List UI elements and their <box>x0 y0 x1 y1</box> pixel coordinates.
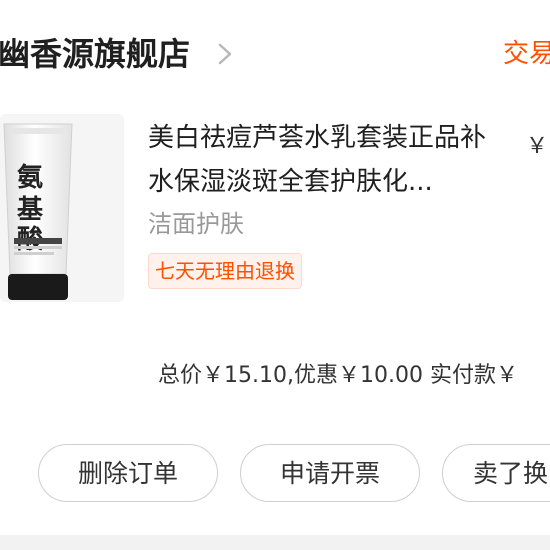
shop-header[interactable]: 幽香源旗舰店 交易 <box>0 28 550 80</box>
request-invoice-button[interactable]: 申请开票 <box>240 444 420 502</box>
delete-order-button[interactable]: 删除订单 <box>38 444 218 502</box>
resell-button[interactable]: 卖了换 <box>442 444 550 502</box>
order-card-page: 幽香源旗舰店 交易 氨 基 酸 美白祛痘芦荟水乳 <box>0 0 550 550</box>
discount-label: ,优惠 <box>287 363 338 388</box>
section-divider <box>0 535 550 550</box>
product-image[interactable]: 氨 基 酸 <box>0 114 124 302</box>
total-value: ￥15.10 <box>202 363 287 388</box>
discount-value: ￥10.00 <box>338 363 423 388</box>
order-summary: 总价￥15.10,优惠￥10.00 实付款￥ <box>158 358 518 394</box>
product-spec: 洁面护肤 <box>148 210 244 238</box>
product-title[interactable]: 美白祛痘芦荟水乳套装正品补水保湿淡斑全套护肤化... <box>148 116 500 204</box>
product-price: ￥ <box>526 134 549 159</box>
paid-value: ￥ <box>495 363 518 388</box>
svg-text:氨: 氨 <box>17 162 43 193</box>
svg-text:基: 基 <box>17 195 44 225</box>
total-label: 总价 <box>158 363 203 388</box>
chevron-right-icon <box>218 43 232 65</box>
paid-label: 实付款 <box>422 363 496 388</box>
shop-name[interactable]: 幽香源旗舰店 <box>0 28 190 80</box>
return-policy-badge: 七天无理由退换 <box>148 253 302 289</box>
cleanser-tube-icon: 氨 基 酸 <box>0 114 124 302</box>
order-status: 交易 <box>503 39 550 69</box>
